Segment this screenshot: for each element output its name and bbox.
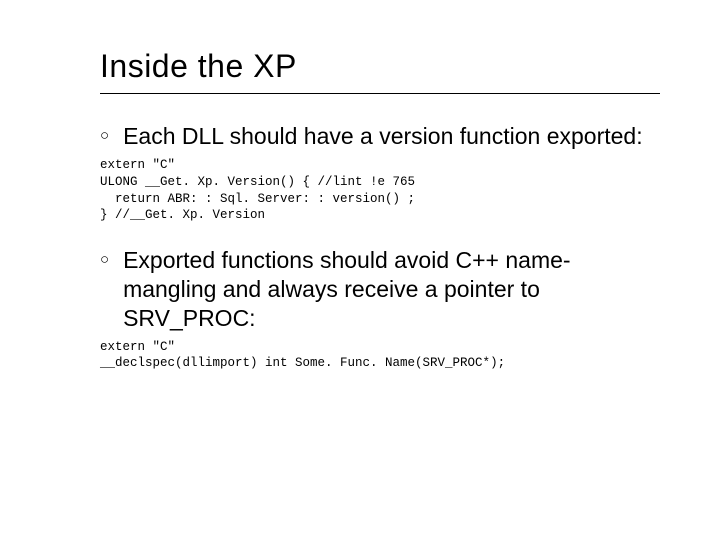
bullet-item: ○ Exported functions should avoid C++ na… bbox=[100, 246, 660, 332]
bullet-text: Each DLL should have a version function … bbox=[123, 122, 643, 151]
title-underline bbox=[100, 93, 660, 94]
hollow-circle-icon: ○ bbox=[100, 246, 109, 274]
slide-title: Inside the XP bbox=[100, 48, 660, 85]
bullet-text: Exported functions should avoid C++ name… bbox=[123, 246, 660, 332]
code-block: extern "C" __declspec(dllimport) int Som… bbox=[100, 339, 660, 373]
hollow-circle-icon: ○ bbox=[100, 122, 109, 150]
bullet-item: ○ Each DLL should have a version functio… bbox=[100, 122, 660, 151]
code-block: extern "C" ULONG __Get. Xp. Version() { … bbox=[100, 157, 660, 225]
title-block: Inside the XP bbox=[100, 48, 660, 94]
slide: Inside the XP ○ Each DLL should have a v… bbox=[0, 0, 720, 540]
